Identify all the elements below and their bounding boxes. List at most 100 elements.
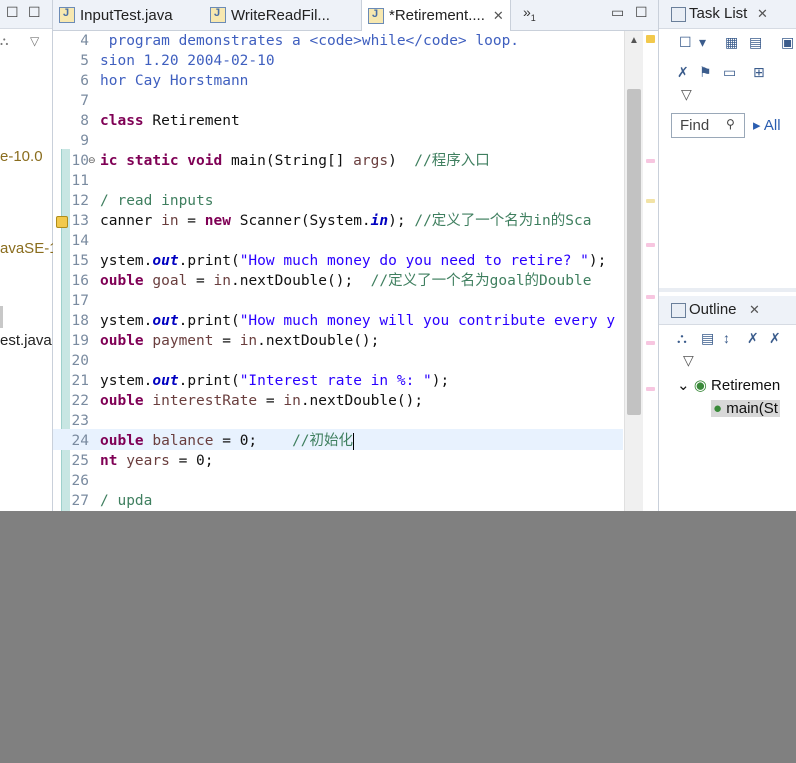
code-line[interactable]: 15 ystem.out.print("How much money do you…	[53, 251, 623, 271]
line-number: 21	[71, 373, 89, 389]
collapse-all-icon[interactable]: ⛬	[677, 330, 687, 347]
code-line[interactable]: 23	[53, 411, 623, 431]
line-text[interactable]: / upda	[100, 491, 152, 511]
view-menu-icon[interactable]: ▽	[683, 352, 694, 369]
tree-item-jre[interactable]: e-10.0	[0, 148, 43, 165]
minimize-icon[interactable]: ☐	[6, 4, 19, 21]
tree-item-javase[interactable]: avaSE-1	[0, 240, 58, 257]
line-text[interactable]: ystem.out.print("How much money do you n…	[100, 251, 606, 271]
view-menu-icon[interactable]: ▽	[30, 34, 39, 48]
overview-mark[interactable]	[646, 199, 655, 203]
code-line[interactable]: 12 / read inputs	[53, 191, 623, 211]
overview-mark[interactable]	[646, 159, 655, 163]
line-text[interactable]: program demonstrates a <code>while</code…	[100, 31, 519, 51]
line-text[interactable]: hor Cay Horstmann	[100, 71, 248, 91]
line-text[interactable]: ouble payment = in.nextDouble();	[100, 331, 379, 351]
overview-mark[interactable]	[646, 243, 655, 247]
code-line[interactable]: 21 ystem.out.print("Interest rate in %: "…	[53, 371, 623, 391]
collapse-icon[interactable]: ▤	[701, 330, 714, 347]
code-line[interactable]: 6 hor Cay Horstmann	[53, 71, 623, 91]
code-line[interactable]: 5 sion 1.20 2004-02-10	[53, 51, 623, 71]
code-line[interactable]: 26	[53, 471, 623, 491]
synchronize-icon[interactable]: ⊞	[753, 64, 765, 81]
code-area[interactable]: ⊖ 4 program demonstrates a <code>while</…	[53, 31, 658, 511]
overview-mark[interactable]	[646, 35, 655, 43]
focus-icon[interactable]: ⚑	[699, 64, 712, 81]
all-tasks-link[interactable]: ▸ All	[753, 116, 781, 134]
line-text[interactable]: ouble interestRate = in.nextDouble();	[100, 391, 423, 411]
code-line[interactable]: 9	[53, 131, 623, 151]
overview-mark[interactable]	[646, 341, 655, 345]
task-list-title[interactable]: Task List	[689, 5, 747, 22]
scheduled-icon[interactable]: ▤	[749, 34, 762, 51]
code-line[interactable]: 22 ouble interestRate = in.nextDouble();	[53, 391, 623, 411]
maximize-icon[interactable]: ☐	[28, 4, 41, 21]
sort-icon[interactable]: ↕	[723, 330, 730, 346]
minimize-icon[interactable]: ▭	[611, 4, 624, 21]
code-line[interactable]: 4 program demonstrates a <code>while</co…	[53, 31, 623, 51]
line-text[interactable]: ystem.out.print("Interest rate in %: ");	[100, 371, 449, 391]
code-line[interactable]: 16 ouble goal = in.nextDouble(); //定义了一个名…	[53, 271, 623, 291]
categorize-icon[interactable]: ▦	[725, 34, 738, 51]
search-icon: ⚲	[726, 117, 735, 131]
line-number: 9	[80, 133, 89, 149]
line-number: 4	[80, 33, 89, 49]
outline-method-item[interactable]: ● main(St	[711, 400, 780, 417]
tab-writereadfile[interactable]: WriteReadFil...	[210, 0, 330, 30]
line-text[interactable]: ouble balance = 0; //初始化	[100, 431, 355, 451]
outline-title[interactable]: Outline	[689, 301, 737, 318]
new-task-icon[interactable]: ☐	[679, 34, 692, 51]
code-line[interactable]: 11	[53, 171, 623, 191]
hide-fields-icon[interactable]: ✗	[747, 330, 759, 347]
tab-retirement[interactable]: *Retirement.... ✕	[361, 0, 511, 31]
code-line[interactable]: 24 ouble balance = 0; //初始化	[53, 431, 623, 451]
task-find-input[interactable]: Find ⚲	[671, 113, 745, 138]
scroll-up-icon[interactable]: ▲	[629, 35, 639, 46]
collapse-all-icon[interactable]: ⛬	[0, 34, 8, 49]
outline-icon	[671, 303, 686, 318]
line-text[interactable]: / read inputs	[100, 191, 214, 211]
code-line[interactable]: 20	[53, 351, 623, 371]
code-line[interactable]: 13 canner in = new Scanner(System.in); //…	[53, 211, 623, 231]
line-text[interactable]: canner in = new Scanner(System.in); //定义…	[100, 211, 591, 231]
collapse-icon[interactable]: ▣	[781, 34, 794, 51]
tab-inputtest[interactable]: InputTest.java	[59, 0, 173, 30]
code-line[interactable]: 25 nt years = 0;	[53, 451, 623, 471]
filter-icon[interactable]: ▭	[723, 64, 736, 81]
hide-static-icon[interactable]: ✗	[769, 330, 781, 347]
class-icon: ◉	[693, 377, 707, 394]
line-text[interactable]: ystem.out.print("How much money will you…	[100, 311, 615, 331]
line-text[interactable]: sion 1.20 2004-02-10	[100, 51, 275, 71]
code-line[interactable]: 17	[53, 291, 623, 311]
dropdown-icon[interactable]: ▾	[699, 34, 706, 51]
close-icon[interactable]: ✕	[493, 8, 504, 24]
code-line[interactable]: 7	[53, 91, 623, 111]
code-line[interactable]: 19 ouble payment = in.nextDouble();	[53, 331, 623, 351]
line-text[interactable]: ic static void main(String[] args) //程序入…	[100, 151, 490, 171]
view-menu-icon[interactable]: ▽	[681, 86, 692, 103]
overview-mark[interactable]	[646, 295, 655, 299]
line-text[interactable]: nt years = 0;	[100, 451, 214, 471]
line-text[interactable]: ouble goal = in.nextDouble(); //定义了一个名为g…	[100, 271, 591, 291]
line-text[interactable]: class Retirement	[100, 111, 240, 131]
overview-mark[interactable]	[646, 387, 655, 391]
code-line[interactable]: 10 ic static void main(String[] args) //程…	[53, 151, 623, 171]
code-line[interactable]: 27 / upda	[53, 491, 623, 511]
code-line[interactable]: 18 ystem.out.print("How much money will y…	[53, 311, 623, 331]
pane-separator[interactable]	[659, 288, 796, 292]
tree-item-test-java[interactable]: est.java	[0, 332, 52, 349]
tab-overflow-button[interactable]: »1	[523, 4, 536, 23]
code-line[interactable]: 14	[53, 231, 623, 251]
hide-completed-icon[interactable]: ✗	[677, 64, 689, 81]
code-line[interactable]: 8 class Retirement	[53, 111, 623, 131]
scrollbar-thumb[interactable]	[627, 89, 641, 415]
package-explorer: ☐ ☐ ⛬ ▽ e-10.0 avaSE-1 est.java	[0, 0, 58, 511]
overview-ruler[interactable]	[643, 31, 658, 511]
line-number: 22	[71, 393, 89, 409]
outline-class-item[interactable]: ⌄ ◉ Retiremen	[677, 376, 780, 394]
close-icon[interactable]: ✕	[749, 302, 760, 318]
maximize-icon[interactable]: ☐	[635, 4, 648, 21]
selection-marker	[0, 306, 3, 328]
vertical-scrollbar[interactable]: ▲	[624, 31, 643, 511]
close-icon[interactable]: ✕	[757, 6, 768, 22]
